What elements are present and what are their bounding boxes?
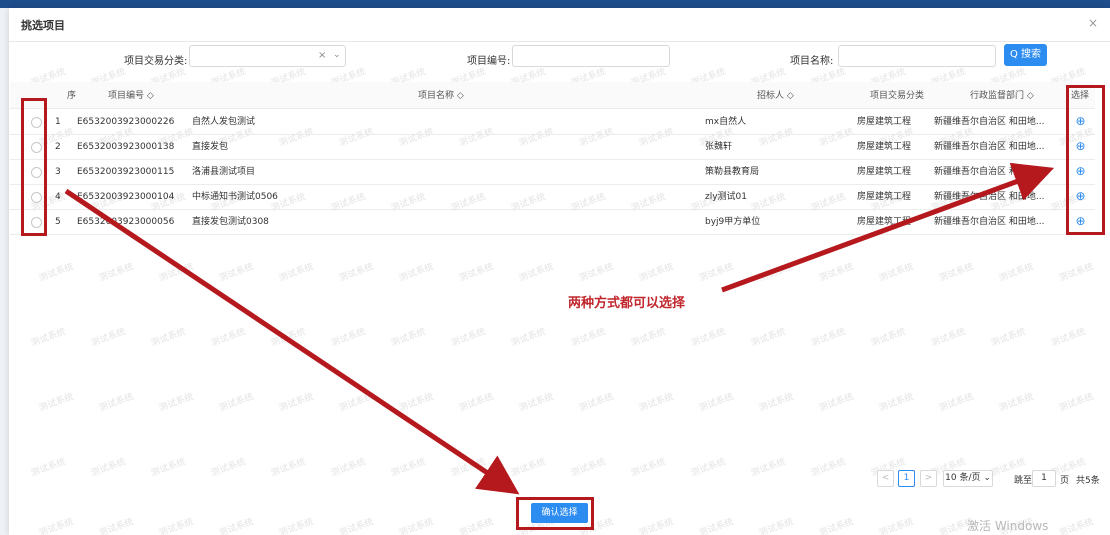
- row-tenderer: byj9甲方单位: [705, 217, 761, 227]
- table-header: [10, 82, 1095, 109]
- row-category: 房屋建筑工程: [857, 117, 912, 127]
- confirm-select-button[interactable]: 确认选择: [531, 503, 588, 523]
- col-category: 项目交易分类: [870, 91, 925, 101]
- row-dept: 新疆维吾尔自治区 和田地...: [934, 167, 1045, 177]
- total-count: 共5条: [1076, 476, 1100, 486]
- row-dept: 新疆维吾尔自治区 和田地...: [934, 117, 1045, 127]
- row-category: 房屋建筑工程: [857, 217, 912, 227]
- row-name: 自然人发包测试: [192, 117, 256, 127]
- col-code[interactable]: 项目编号 ◇: [108, 83, 154, 109]
- add-circle-icon[interactable]: ⊕: [1074, 215, 1087, 228]
- row-code: E6532003923000104: [77, 192, 175, 202]
- dialog-header: 挑选项目 ×: [9, 8, 1110, 42]
- col-dept[interactable]: 行政监督部门 ◇: [970, 83, 1034, 109]
- table-row[interactable]: 2 E6532003923000138 直接发包 张魏轩 房屋建筑工程 新疆维吾尔自治区 …: [10, 135, 1095, 160]
- col-name[interactable]: 项目名称 ◇: [418, 83, 464, 109]
- project-code-input[interactable]: [512, 45, 670, 67]
- col-select: 选择: [1071, 91, 1090, 101]
- row-name: 洛浦县测试项目: [192, 167, 256, 177]
- search-button[interactable]: Q 搜索: [1004, 44, 1047, 66]
- row-code: E6532003923000115: [77, 167, 175, 177]
- page-1-button[interactable]: 1: [898, 470, 915, 487]
- row-name: 直接发包测试0308: [192, 217, 269, 227]
- project-name-input[interactable]: [838, 45, 996, 67]
- row-name: 中标通知书测试0506: [192, 192, 278, 202]
- row-code: E6532003923000056: [77, 217, 175, 227]
- row-category: 房屋建筑工程: [857, 167, 912, 177]
- row-seq: 4: [55, 192, 61, 202]
- row-code: E6532003923000226: [77, 117, 175, 127]
- category-label: 项目交易分类:: [124, 56, 188, 67]
- row-seq: 3: [55, 167, 61, 177]
- close-icon[interactable]: ×: [1088, 16, 1098, 30]
- row-code: E6532003923000138: [77, 142, 175, 152]
- row-dept: 新疆维吾尔自治区 和田地...: [934, 142, 1045, 152]
- table-row[interactable]: 4 E6532003923000104 中标通知书测试0506 zly测试01 房屋建筑…: [10, 185, 1095, 210]
- windows-activation-watermark: 激活 Windows: [967, 519, 1049, 533]
- row-category: 房屋建筑工程: [857, 142, 912, 152]
- row-radio[interactable]: [31, 217, 42, 228]
- col-tenderer[interactable]: 招标人 ◇: [757, 83, 794, 109]
- add-circle-icon[interactable]: ⊕: [1074, 190, 1087, 203]
- app-top-bar: [0, 0, 1110, 8]
- table-row[interactable]: 5 E6532003923000056 直接发包测试0308 byj9甲方单位 房屋建筑…: [10, 210, 1095, 235]
- row-tenderer: mx自然人: [705, 117, 747, 127]
- code-label: 项目编号:: [467, 56, 511, 67]
- row-tenderer: 策勒县教育局: [705, 167, 760, 177]
- add-circle-icon[interactable]: ⊕: [1074, 140, 1087, 153]
- row-tenderer: zly测试01: [705, 192, 748, 202]
- row-name: 直接发包: [192, 142, 229, 152]
- annotation-text: 两种方式都可以选择: [568, 296, 686, 311]
- row-dept: 新疆维吾尔自治区 和田地...: [934, 192, 1045, 202]
- table-row[interactable]: 3 E6532003923000115 洛浦县测试项目 策勒县教育局 房屋建筑工程 新疆维…: [10, 160, 1095, 185]
- row-dept: 新疆维吾尔自治区 和田地...: [934, 217, 1045, 227]
- row-seq: 2: [55, 142, 61, 152]
- goto-page-input[interactable]: 1: [1032, 470, 1056, 487]
- table-row[interactable]: 1 E6532003923000226 自然人发包测试 mx自然人 房屋建筑工程 新疆维吾…: [10, 110, 1095, 135]
- row-radio[interactable]: [31, 192, 42, 203]
- chevron-down-icon[interactable]: ⌄: [333, 50, 341, 60]
- row-radio[interactable]: [31, 117, 42, 128]
- page-size-select[interactable]: 10 条/页 ⌄: [943, 470, 993, 487]
- name-label: 项目名称:: [790, 56, 834, 67]
- add-circle-icon[interactable]: ⊕: [1074, 115, 1087, 128]
- row-seq: 1: [55, 117, 61, 127]
- page-label: 页: [1060, 476, 1070, 486]
- row-radio[interactable]: [31, 167, 42, 178]
- add-circle-icon[interactable]: ⊕: [1074, 165, 1087, 178]
- dialog-title: 挑选项目: [21, 19, 65, 32]
- row-radio[interactable]: [31, 142, 42, 153]
- row-tenderer: 张魏轩: [705, 142, 733, 152]
- clear-icon[interactable]: ×: [318, 50, 326, 61]
- prev-page-button[interactable]: <: [877, 470, 894, 487]
- next-page-button[interactable]: >: [920, 470, 937, 487]
- col-seq: 序: [67, 91, 77, 101]
- row-category: 房屋建筑工程: [857, 192, 912, 202]
- row-seq: 5: [55, 217, 61, 227]
- goto-label: 跳至: [1014, 476, 1033, 486]
